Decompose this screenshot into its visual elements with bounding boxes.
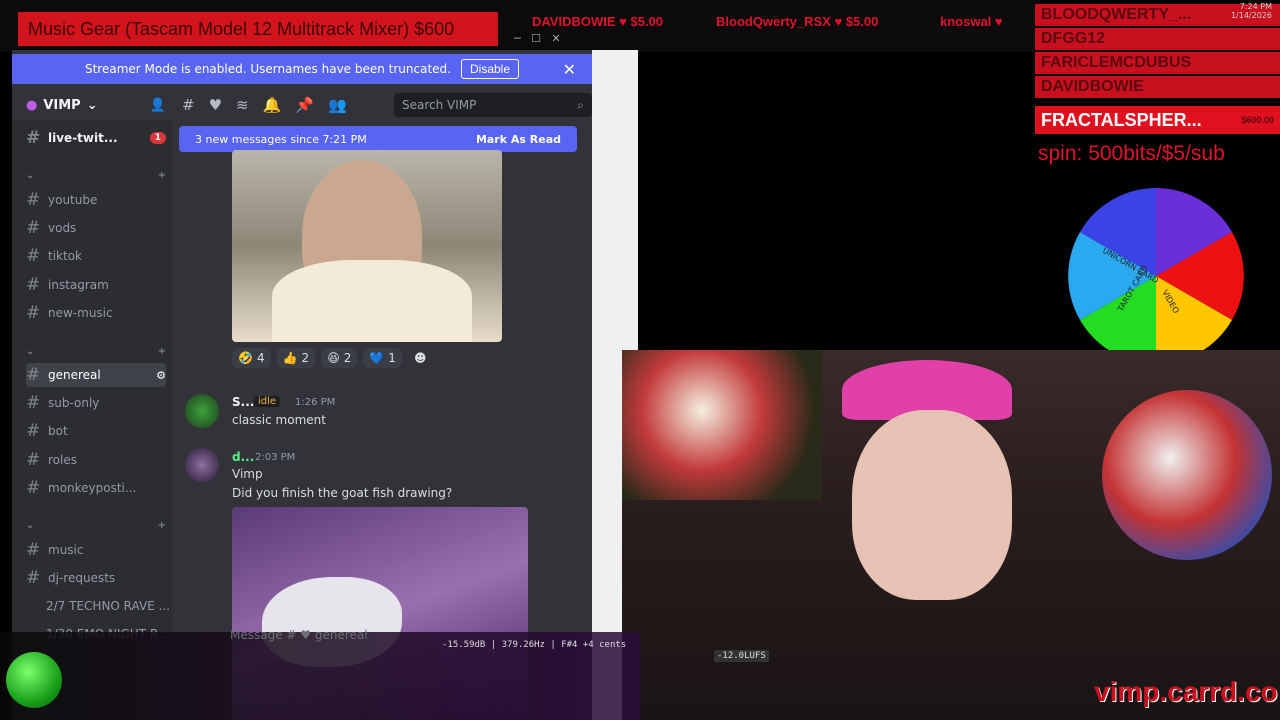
pitch-readout: -15.59dB | 379.26Hz | F#4 +4 cents [442, 640, 627, 650]
message-author[interactable]: d... [232, 450, 254, 464]
ticker-donor: DAVIDBOWIE ♥ $5.00 [532, 14, 664, 29]
window-controls[interactable]: ─ ☐ ✕ [514, 32, 561, 45]
message-timestamp: 1:26 PM [295, 397, 336, 408]
message-text: classic moment [232, 413, 326, 427]
add-reaction-icon[interactable]: ☻ [408, 348, 433, 368]
ticker-donor: BloodQwerty_RSX ♥ $5.00 [716, 14, 879, 29]
ticker-donor: knoswal ♥ [940, 14, 1003, 29]
event-techno-rave[interactable]: 2/7 TECHNO RAVE ... [46, 594, 186, 618]
channel-monkeyposting[interactable]: # monkeyposti... [26, 476, 166, 500]
lufs-readout: -12.0LUFS [714, 650, 769, 662]
avatar[interactable] [185, 394, 219, 428]
channel-youtube[interactable]: # youtube [26, 188, 166, 212]
server-icon: ● [26, 97, 38, 113]
reaction-bar: 🤣 4 👍 2 😆 2 💙 1 ☻ [232, 348, 432, 368]
channel-genereal[interactable]: # genereal ⚙ [26, 363, 166, 387]
search-input[interactable]: Search VIMP ⌕ [394, 93, 592, 117]
channel-roles[interactable]: # roles [26, 448, 166, 472]
category-header[interactable]: ⌄ + [26, 520, 166, 531]
url-overlay: vimp.carrd.co [1094, 676, 1278, 707]
add-user-icon[interactable]: 👤 [150, 98, 166, 113]
channel-sidebar: # live-twit... 1 ⌄ + # youtube # vods # tiktok… [12, 120, 172, 720]
message-text: Vimp [232, 467, 263, 481]
category-header[interactable]: ⌄ + [26, 346, 166, 357]
system-clock: 7:24 PM 1/14/2026 [1230, 2, 1272, 20]
gif-clothing [272, 260, 472, 342]
donor-leaderboard: BLOODQWERTY_... DFGG12 FARICLEMCDUBUS DA… [1035, 0, 1280, 140]
new-messages-text: 3 new messages since 7:21 PM [195, 132, 367, 146]
channel-vods[interactable]: # vods [26, 216, 166, 240]
leaderboard-row: FARICLEMCDUBUS [1035, 52, 1280, 74]
streamer-face [852, 410, 1012, 600]
hash-icon: # [182, 96, 195, 114]
leaderboard-row: DFGG12 [1035, 28, 1280, 50]
heart-icon: ♥ [208, 96, 223, 114]
channel-tiktok[interactable]: # tiktok [26, 244, 166, 268]
pin-icon[interactable]: 📌 [295, 96, 314, 114]
disable-streamer-mode-button[interactable]: Disable [460, 59, 520, 79]
reaction[interactable]: 🤣 4 [232, 348, 271, 368]
message-timestamp: 2:03 PM [255, 452, 296, 463]
gear-icon[interactable]: ⚙ [156, 369, 166, 382]
message-gif[interactable] [232, 150, 502, 342]
mark-as-read-button[interactable]: Mark As Read [476, 133, 561, 146]
message-input[interactable]: Message # ♥ genereal [230, 628, 368, 642]
stream-ticker: Music Gear (Tascam Model 12 Multitrack M… [0, 0, 1040, 52]
channel-music[interactable]: # music [26, 538, 166, 562]
leaderboard-row: FRACTALSPHER... $600.00 [1035, 106, 1280, 134]
prize-wheel: UNICORN CARD TAROT CARD VIDEO [1068, 188, 1244, 364]
threads-icon[interactable]: ≋ [236, 96, 249, 114]
banner-text: Streamer Mode is enabled. Usernames have… [84, 62, 451, 76]
category-header[interactable]: ⌄ + [26, 170, 166, 181]
channel-toolbar: # ♥ ≋ 🔔 📌 👥 Search VIMP ⌕ [182, 90, 592, 120]
leaderboard-row: DAVIDBOWIE [1035, 76, 1280, 98]
chevron-down-icon: ⌄ [86, 97, 98, 113]
flower-bouquet [622, 350, 822, 500]
streamer-mode-banner: Streamer Mode is enabled. Usernames have… [12, 54, 592, 84]
message-text: Did you finish the goat fish drawing? [232, 486, 453, 500]
discord-window: Streamer Mode is enabled. Usernames have… [12, 50, 592, 720]
close-icon[interactable]: ✕ [563, 60, 576, 79]
members-icon[interactable]: 👥 [328, 96, 347, 114]
avatar[interactable] [185, 448, 219, 482]
bell-icon[interactable]: 🔔 [263, 96, 282, 114]
channel-bot[interactable]: # bot [26, 419, 166, 443]
message-author[interactable]: S... [232, 395, 254, 409]
hash-icon: # [26, 128, 41, 148]
channel-live-twitch[interactable]: # live-twit... 1 [26, 126, 166, 150]
server-header[interactable]: ● VIMP ⌄ 👤 [12, 90, 172, 120]
goal-alert-title: Music Gear (Tascam Model 12 Multitrack M… [18, 12, 498, 46]
channel-sub-only[interactable]: # sub-only [26, 391, 166, 415]
reaction[interactable]: 😆 2 [321, 348, 358, 368]
channel-new-music[interactable]: # new-music [26, 301, 166, 325]
new-messages-bar[interactable]: 3 new messages since 7:21 PM Mark As Rea… [179, 126, 577, 152]
reaction[interactable]: 👍 2 [276, 348, 316, 368]
server-name: VIMP [43, 97, 81, 113]
spin-label: spin: 500bits/$5/sub [1038, 142, 1225, 165]
webcam-feed [622, 350, 1280, 720]
channel-dj-requests[interactable]: # dj-requests [26, 566, 166, 590]
search-icon: ⌕ [577, 98, 584, 112]
green-orb [6, 652, 62, 708]
status-badge: idle [254, 396, 281, 407]
birthday-balloons [1102, 390, 1272, 560]
channel-instagram[interactable]: # instagram [26, 273, 166, 297]
reaction[interactable]: 💙 1 [363, 348, 402, 368]
unread-badge: 1 [149, 132, 166, 144]
